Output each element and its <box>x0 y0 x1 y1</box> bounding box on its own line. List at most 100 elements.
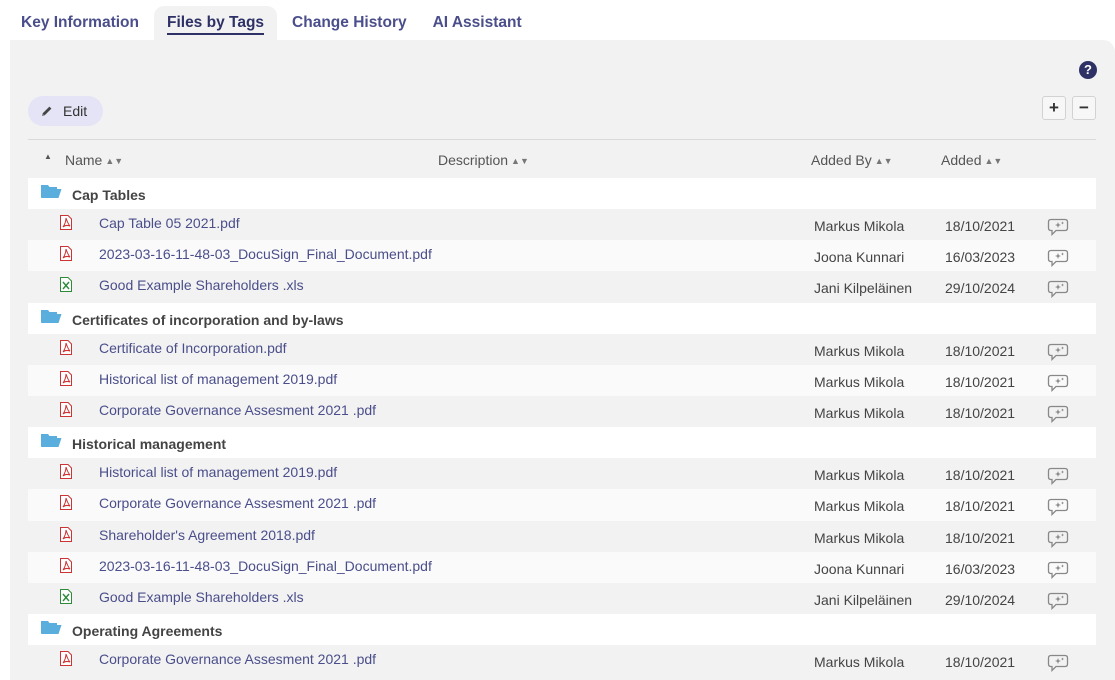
file-row[interactable]: Historical list of management 2019.pdf Ma… <box>28 364 1096 396</box>
group-name: Certificates of incorporation and by-law… <box>72 311 344 328</box>
ai-chat-icon[interactable] <box>1047 280 1069 299</box>
file-row[interactable]: Shareholder's Agreement 2018.pdf Markus M… <box>28 520 1096 552</box>
pdf-file-icon <box>60 370 72 386</box>
file-row[interactable]: Historical list of management 2019.pdf Ma… <box>28 458 1096 490</box>
added-by: Markus Mikola <box>814 404 905 421</box>
ai-chat-icon[interactable] <box>1047 249 1069 268</box>
tab-ai-assistant[interactable]: AI Assistant <box>420 6 535 40</box>
file-name-link[interactable]: 2023-03-16-11-48-03_DocuSign_Final_Docum… <box>99 558 432 574</box>
file-name-link[interactable]: Good Example Shareholders .xls <box>99 589 304 605</box>
column-name[interactable]: Name ▲▼ <box>65 152 123 168</box>
file-row[interactable]: Corporate Governance Assesment 2021 .pdf… <box>28 489 1096 521</box>
added-by: Jani Kilpeläinen <box>814 280 913 297</box>
ai-chat-icon[interactable] <box>1047 374 1069 392</box>
file-name-link[interactable]: Cap Table 05 2021.pdf <box>99 215 240 231</box>
ai-chat-icon[interactable] <box>1047 467 1069 486</box>
group-row[interactable]: Cap Tables <box>28 178 1096 209</box>
pdf-file-icon <box>60 495 72 511</box>
column-description[interactable]: Description ▲▼ <box>438 152 529 168</box>
added-by: Markus Mikola <box>814 218 905 234</box>
ai-chat-icon[interactable] <box>1047 530 1069 548</box>
group-row[interactable]: Operating Agreements <box>28 614 1096 646</box>
added-date: 18/10/2021 <box>945 373 1016 390</box>
header-divider <box>28 139 1096 140</box>
folder-open-icon <box>40 433 62 449</box>
added-date: 16/03/2023 <box>945 560 1016 577</box>
file-name-link[interactable]: Corporate Governance Assesment 2021 .pdf <box>99 651 376 667</box>
tab-key-information[interactable]: Key Information <box>8 6 152 40</box>
ai-chat-icon[interactable] <box>1047 498 1069 517</box>
collapse-all-button[interactable]: − <box>1072 96 1096 120</box>
files-table-body: Cap Tables Cap Table 05 2021.pdf Markus Mi… <box>28 178 1096 677</box>
table-header: ▲ Name ▲▼ Description ▲▼ Added By ▲▼ Added ▲… <box>28 148 1096 172</box>
added-by: Joona Kunnari <box>814 249 905 266</box>
file-name-link[interactable]: Good Example Shareholders .xls <box>99 277 304 293</box>
tab-bar: Key Information Files by Tags Change His… <box>8 6 535 40</box>
ai-chat-icon[interactable] <box>1047 592 1069 610</box>
ai-chat-icon[interactable] <box>1047 561 1069 579</box>
ai-chat-icon[interactable] <box>1047 405 1069 424</box>
folder-open-icon <box>40 184 62 200</box>
pdf-file-icon <box>60 557 72 573</box>
added-by: Markus Mikola <box>814 467 905 484</box>
added-by: Markus Mikola <box>814 529 905 546</box>
ai-chat-icon[interactable] <box>1047 343 1069 361</box>
added-by: Markus Mikola <box>814 654 905 671</box>
group-name: Historical management <box>72 436 227 453</box>
folder-open-icon <box>40 620 62 636</box>
edit-button[interactable]: Edit <box>28 96 103 126</box>
group-name: Cap Tables <box>72 187 146 203</box>
tab-files-by-tags[interactable]: Files by Tags <box>153 6 278 40</box>
ai-chat-icon[interactable] <box>1047 654 1069 673</box>
column-name-label: Name <box>65 152 103 168</box>
file-name-link[interactable]: Certificate of Incorporation.pdf <box>99 340 287 356</box>
file-name-link[interactable]: Historical list of management 2019.pdf <box>99 371 337 387</box>
pdf-file-icon <box>60 339 72 355</box>
added-by: Joona Kunnari <box>814 560 905 577</box>
sort-icon: ▲▼ <box>511 156 529 166</box>
ai-chat-icon[interactable] <box>1047 218 1069 237</box>
file-row[interactable]: Good Example Shareholders .xls Jani Kilpe… <box>28 271 1096 303</box>
column-description-label: Description <box>438 152 509 168</box>
file-row[interactable]: Good Example Shareholders .xls Jani Kilpe… <box>28 582 1096 615</box>
group-row[interactable]: Historical management <box>28 427 1096 459</box>
sort-icon: ▲▼ <box>105 156 124 166</box>
sort-icon: ▲▼ <box>984 156 1003 166</box>
help-icon[interactable]: ? <box>1079 61 1097 79</box>
file-name-link[interactable]: Corporate Governance Assesment 2021 .pdf <box>99 402 376 418</box>
added-date: 18/10/2021 <box>945 654 1016 671</box>
group-name: Operating Agreements <box>72 623 223 640</box>
group-row[interactable]: Certificates of incorporation and by-law… <box>28 302 1096 334</box>
added-by: Jani Kilpeläinen <box>814 591 913 608</box>
excel-file-icon <box>60 588 72 604</box>
file-row[interactable]: 2023-03-16-11-48-03_DocuSign_Final_Docum… <box>28 240 1096 272</box>
added-date: 18/10/2021 <box>945 498 1016 515</box>
pdf-file-icon <box>60 246 72 262</box>
pencil-icon <box>41 105 53 117</box>
file-row[interactable]: Cap Table 05 2021.pdf Markus Mikola 18/10/… <box>28 209 1096 241</box>
added-date: 18/10/2021 <box>945 342 1016 359</box>
added-by: Markus Mikola <box>814 373 905 390</box>
excel-file-icon <box>60 277 72 293</box>
file-name-link[interactable]: Corporate Governance Assesment 2021 .pdf <box>99 495 376 511</box>
pdf-file-icon <box>60 401 72 417</box>
file-name-link[interactable]: Historical list of management 2019.pdf <box>99 464 337 480</box>
pdf-file-icon <box>60 526 72 542</box>
file-row[interactable]: Certificate of Incorporation.pdf Markus M… <box>28 333 1096 365</box>
column-added-by-label: Added By <box>811 152 872 168</box>
column-added-by[interactable]: Added By ▲▼ <box>811 152 893 168</box>
file-name-link[interactable]: Shareholder's Agreement 2018.pdf <box>99 527 315 543</box>
added-by: Markus Mikola <box>814 498 905 515</box>
sort-asc-icon[interactable]: ▲ <box>44 152 52 161</box>
tab-change-history[interactable]: Change History <box>279 6 420 40</box>
added-date: 29/10/2024 <box>945 280 1016 297</box>
edit-button-label: Edit <box>63 103 88 119</box>
added-date: 18/10/2021 <box>945 404 1016 421</box>
expand-all-button[interactable]: + <box>1042 96 1066 120</box>
file-row[interactable]: Corporate Governance Assesment 2021 .pdf… <box>28 395 1096 428</box>
column-added[interactable]: Added ▲▼ <box>941 152 1002 168</box>
file-row[interactable]: 2023-03-16-11-48-03_DocuSign_Final_Docum… <box>28 551 1096 583</box>
added-date: 18/10/2021 <box>945 529 1016 546</box>
added-date: 18/10/2021 <box>945 218 1016 234</box>
file-name-link[interactable]: 2023-03-16-11-48-03_DocuSign_Final_Docum… <box>99 246 432 262</box>
